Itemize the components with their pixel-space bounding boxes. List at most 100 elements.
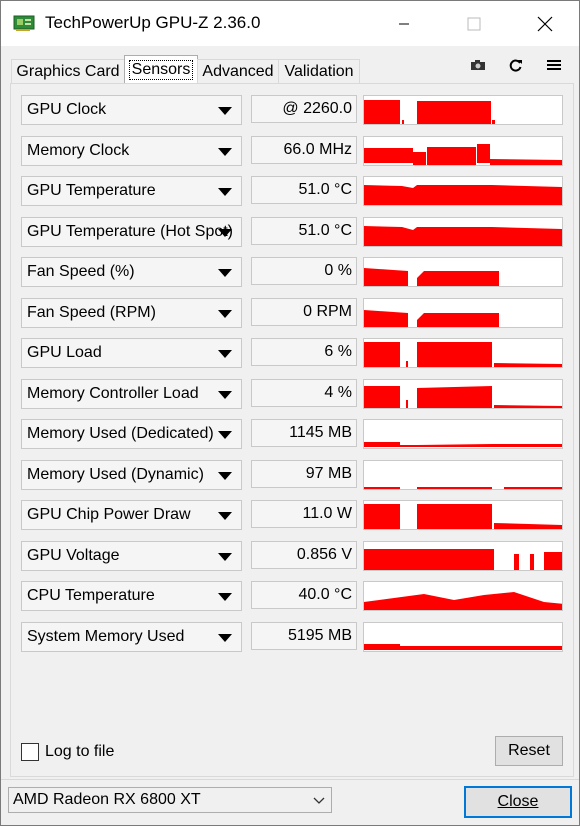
sensor-value[interactable]: 6 %	[251, 338, 357, 366]
sensor-value[interactable]: 66.0 MHz	[251, 136, 357, 164]
refresh-button[interactable]	[506, 55, 526, 75]
sensor-name-dropdown[interactable]: Fan Speed (RPM)	[21, 298, 242, 328]
sensor-value[interactable]: 5195 MB	[251, 622, 357, 650]
sensor-row: System Memory Used 5195 MB	[21, 622, 565, 652]
sensor-value[interactable]: 51.0 °C	[251, 217, 357, 245]
dropdown-arrow-icon	[218, 553, 232, 561]
dropdown-arrow-icon	[218, 634, 232, 642]
sensor-graph-plot	[364, 268, 499, 286]
sensor-graph[interactable]	[363, 298, 563, 328]
dropdown-arrow-icon	[218, 431, 232, 439]
sensor-graph-plot	[364, 504, 562, 529]
dropdown-arrow-icon	[218, 188, 232, 196]
sensor-graph-area	[364, 442, 562, 447]
sensor-value[interactable]: 0 RPM	[251, 298, 357, 326]
sensor-graph-area	[364, 504, 562, 529]
sensor-value[interactable]: 0.856 V	[251, 541, 357, 569]
maximize-icon	[467, 17, 481, 30]
sensor-graph[interactable]	[363, 581, 563, 611]
sensor-graph-plot	[364, 487, 562, 489]
sensor-value[interactable]: 1145 MB	[251, 419, 357, 447]
sensor-graph-area	[364, 100, 495, 124]
dropdown-arrow-icon	[218, 391, 232, 399]
sensor-graph[interactable]	[363, 500, 563, 530]
sensor-graph[interactable]	[363, 379, 563, 409]
sensor-graph-area	[364, 268, 499, 286]
tab-validation[interactable]: Validation	[278, 59, 360, 84]
sensor-name-dropdown[interactable]: System Memory Used	[21, 622, 242, 652]
sensor-row: GPU Load 6 %	[21, 338, 565, 368]
sensor-graph[interactable]	[363, 338, 563, 368]
sensor-graph[interactable]	[363, 419, 563, 449]
sensor-value[interactable]: @ 2260.0	[251, 95, 357, 123]
sensor-name-dropdown[interactable]: Fan Speed (%)	[21, 257, 242, 287]
sensor-name-dropdown[interactable]: GPU Load	[21, 338, 242, 368]
sensor-name-dropdown[interactable]: Memory Clock	[21, 136, 242, 166]
sensor-graph-plot	[364, 342, 562, 367]
sensor-graph-area	[364, 592, 562, 610]
sensor-graph-plot	[364, 185, 562, 205]
tab-sensors[interactable]: Sensors	[124, 55, 198, 84]
divider	[1, 779, 579, 780]
sensor-name: Fan Speed (%)	[27, 263, 135, 280]
sensor-graph[interactable]	[363, 257, 563, 287]
sensor-name-dropdown[interactable]: GPU Temperature	[21, 176, 242, 206]
sensor-name: CPU Temperature	[27, 587, 155, 604]
reset-button[interactable]: Reset	[495, 736, 563, 766]
refresh-icon	[509, 59, 522, 72]
gpu-select[interactable]: AMD Radeon RX 6800 XT	[8, 787, 332, 813]
sensor-name-dropdown[interactable]: GPU Clock	[21, 95, 242, 125]
sensor-name-dropdown[interactable]: Memory Controller Load	[21, 379, 242, 409]
sensor-graph[interactable]	[363, 136, 563, 166]
gpu-z-window: TechPowerUp GPU-Z 2.36.0 Graphics Card S…	[0, 0, 580, 826]
screenshot-button[interactable]	[468, 55, 488, 75]
sensor-graph-plot	[364, 226, 562, 246]
sensor-graph-area	[364, 549, 562, 570]
title-bar: TechPowerUp GPU-Z 2.36.0	[1, 1, 579, 46]
sensor-graph[interactable]	[363, 95, 563, 125]
minimize-button[interactable]	[381, 1, 427, 46]
menu-button[interactable]	[544, 55, 564, 75]
sensor-graph[interactable]	[363, 622, 563, 652]
sensor-value[interactable]: 51.0 °C	[251, 176, 357, 204]
sensor-name: Memory Controller Load	[27, 385, 199, 402]
sensor-row: Memory Clock 66.0 MHz	[21, 136, 565, 166]
sensor-graph-area	[364, 487, 562, 489]
sensor-name-dropdown[interactable]: GPU Chip Power Draw	[21, 500, 242, 530]
sensor-value[interactable]: 97 MB	[251, 460, 357, 488]
sensor-name-dropdown[interactable]: GPU Temperature (Hot Spot)	[21, 217, 242, 247]
chevron-down-icon	[313, 797, 325, 804]
sensor-graph[interactable]	[363, 460, 563, 490]
tab-advanced[interactable]: Advanced	[197, 59, 279, 84]
sensor-row: Memory Controller Load 4 %	[21, 379, 565, 409]
sensor-name-dropdown[interactable]: GPU Voltage	[21, 541, 242, 571]
log-to-file-checkbox[interactable]	[21, 743, 39, 761]
sensor-graph-plot	[364, 144, 562, 165]
dropdown-arrow-icon	[218, 310, 232, 318]
sensor-value[interactable]: 40.0 °C	[251, 581, 357, 609]
sensor-graph-area	[364, 386, 562, 408]
sensor-name-dropdown[interactable]: Memory Used (Dedicated)	[21, 419, 242, 449]
dropdown-arrow-icon	[218, 269, 232, 277]
sensor-value[interactable]: 11.0 W	[251, 500, 357, 528]
tab-label: Graphics Card	[16, 63, 120, 80]
close-button[interactable]: Close	[464, 786, 572, 818]
close-icon	[537, 16, 553, 31]
close-window-button[interactable]	[522, 1, 568, 46]
sensor-name-dropdown[interactable]: Memory Used (Dynamic)	[21, 460, 242, 490]
sensor-graph[interactable]	[363, 176, 563, 206]
sensor-graph[interactable]	[363, 217, 563, 247]
log-to-file-control[interactable]: Log to file	[21, 741, 114, 763]
sensor-value[interactable]: 4 %	[251, 379, 357, 407]
sensor-name: Memory Used (Dynamic)	[27, 466, 204, 483]
sensor-name-dropdown[interactable]: CPU Temperature	[21, 581, 242, 611]
sensor-graph-area	[364, 310, 499, 327]
tab-graphics-card[interactable]: Graphics Card	[11, 59, 125, 84]
maximize-button[interactable]	[451, 1, 497, 46]
sensor-graph[interactable]	[363, 541, 563, 571]
sensor-value[interactable]: 0 %	[251, 257, 357, 285]
sensor-row: Fan Speed (%) 0 %	[21, 257, 565, 287]
log-to-file-label: Log to file	[45, 743, 115, 760]
sensor-row: Memory Used (Dynamic) 97 MB	[21, 460, 565, 490]
dropdown-arrow-icon	[218, 148, 232, 156]
